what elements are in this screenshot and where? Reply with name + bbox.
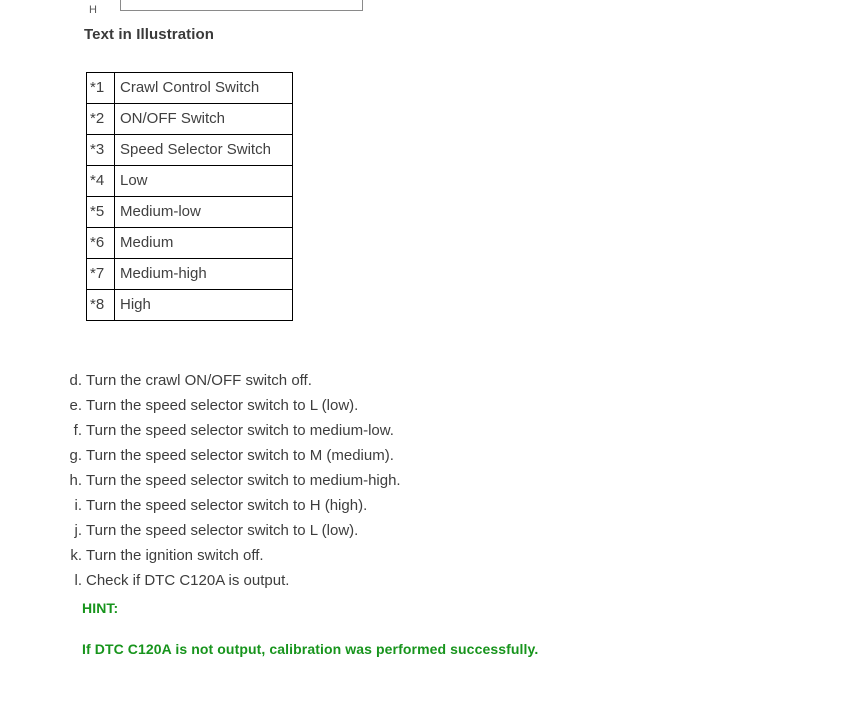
legend-desc: Speed Selector Switch bbox=[114, 134, 293, 166]
list-item: f. Turn the speed selector switch to med… bbox=[62, 418, 622, 443]
table-row: *2 ON/OFF Switch bbox=[86, 103, 293, 135]
illustration-callout-h: H bbox=[89, 4, 98, 16]
legend-ref: *7 bbox=[86, 258, 115, 290]
hint-callout: HINT: If DTC C120A is not output, calibr… bbox=[82, 598, 538, 659]
step-marker: k. bbox=[70, 547, 82, 564]
table-row: *5 Medium-low bbox=[86, 196, 293, 228]
step-text: Turn the speed selector switch to M (med… bbox=[86, 447, 394, 464]
step-text: Turn the speed selector switch to medium… bbox=[86, 422, 394, 439]
step-marker: l. bbox=[74, 572, 83, 589]
list-item: i. Turn the speed selector switch to H (… bbox=[62, 493, 622, 518]
legend-desc: Crawl Control Switch bbox=[114, 72, 293, 104]
list-item: d. Turn the crawl ON/OFF switch off. bbox=[62, 368, 622, 393]
list-item: j. Turn the speed selector switch to L (… bbox=[62, 518, 622, 543]
list-item: g. Turn the speed selector switch to M (… bbox=[62, 443, 622, 468]
step-text: Turn the speed selector switch to L (low… bbox=[86, 397, 359, 414]
step-marker: e. bbox=[69, 397, 82, 414]
step-marker: h. bbox=[69, 472, 82, 489]
step-text: Turn the speed selector switch to medium… bbox=[86, 472, 401, 489]
legend-ref: *2 bbox=[86, 103, 115, 135]
step-marker: d. bbox=[69, 372, 82, 389]
step-text: Turn the crawl ON/OFF switch off. bbox=[86, 372, 312, 389]
legend-ref: *8 bbox=[86, 289, 115, 321]
legend-ref: *6 bbox=[86, 227, 115, 259]
legend-desc: Medium bbox=[114, 227, 293, 259]
step-text: Turn the speed selector switch to H (hig… bbox=[86, 497, 368, 514]
list-item: l. Check if DTC C120A is output. bbox=[62, 568, 622, 593]
step-marker: j. bbox=[74, 522, 83, 539]
text-in-illustration-table: *1 Crawl Control Switch *2 ON/OFF Switch… bbox=[86, 72, 293, 321]
legend-ref: *4 bbox=[86, 165, 115, 197]
procedure-step-list: d. Turn the crawl ON/OFF switch off. e. … bbox=[62, 368, 622, 593]
table-row: *6 Medium bbox=[86, 227, 293, 259]
illustration-frame bbox=[120, 0, 363, 11]
table-body: *1 Crawl Control Switch *2 ON/OFF Switch… bbox=[86, 72, 293, 321]
list-item: k. Turn the ignition switch off. bbox=[62, 543, 622, 568]
step-text: Turn the ignition switch off. bbox=[86, 547, 264, 564]
legend-ref: *1 bbox=[86, 72, 115, 104]
list-item: e. Turn the speed selector switch to L (… bbox=[62, 393, 622, 418]
hint-body: If DTC C120A is not output, calibration … bbox=[82, 641, 539, 657]
legend-desc: Medium-high bbox=[114, 258, 293, 290]
legend-ref: *5 bbox=[86, 196, 115, 228]
legend-desc: High bbox=[114, 289, 293, 321]
step-marker: g. bbox=[69, 447, 82, 464]
step-marker: f. bbox=[73, 422, 82, 439]
legend-ref: *3 bbox=[86, 134, 115, 166]
table-row: *4 Low bbox=[86, 165, 293, 197]
table-row: *8 High bbox=[86, 289, 293, 321]
legend-desc: ON/OFF Switch bbox=[114, 103, 293, 135]
legend-desc: Medium-low bbox=[114, 196, 293, 228]
hint-title: HINT: bbox=[82, 600, 119, 616]
step-marker: i. bbox=[74, 497, 83, 514]
list-item: h. Turn the speed selector switch to med… bbox=[62, 468, 622, 493]
legend-desc: Low bbox=[114, 165, 293, 197]
step-text: Check if DTC C120A is output. bbox=[86, 572, 290, 589]
page-title: Text in Illustration bbox=[84, 26, 215, 43]
table-row: *7 Medium-high bbox=[86, 258, 293, 290]
step-text: Turn the speed selector switch to L (low… bbox=[86, 522, 359, 539]
table-row: *1 Crawl Control Switch bbox=[86, 72, 293, 104]
table-row: *3 Speed Selector Switch bbox=[86, 134, 293, 166]
